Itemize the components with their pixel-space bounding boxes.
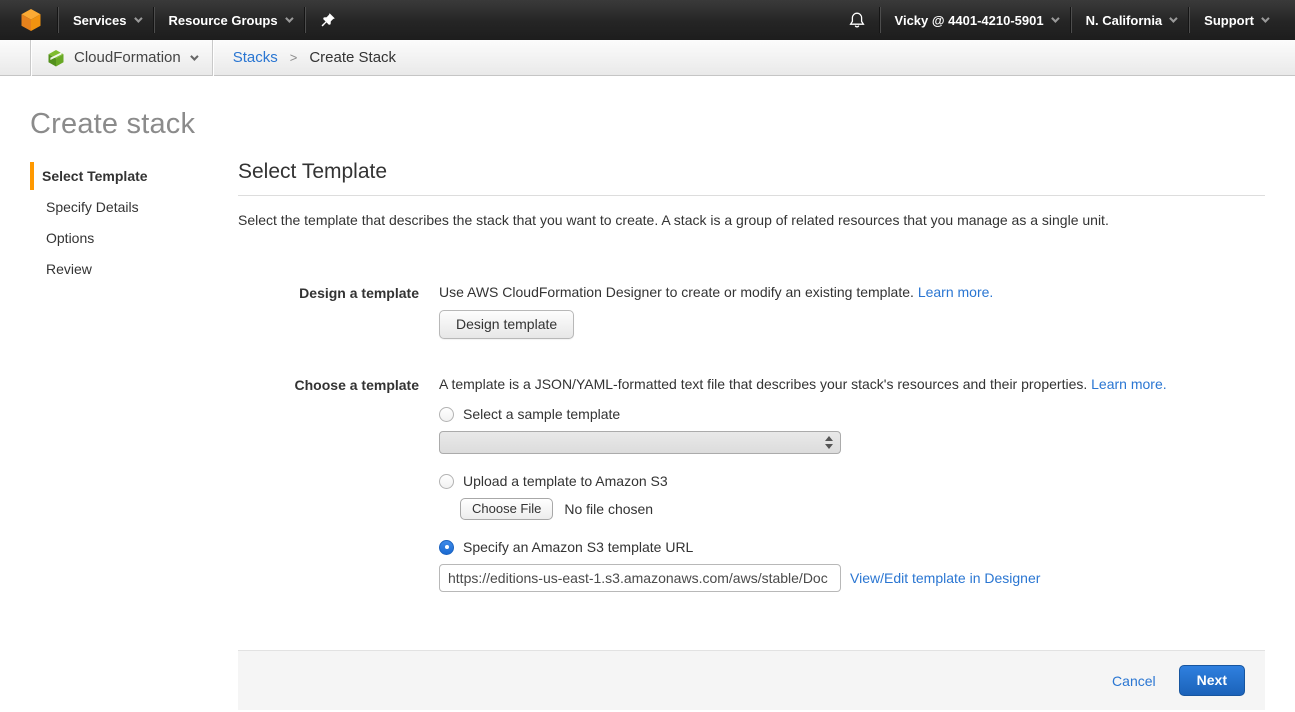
cloudformation-service-menu[interactable]: CloudFormation (31, 40, 212, 76)
support-menu[interactable]: Support (1190, 0, 1281, 40)
choose-template-row: Choose a template A template is a JSON/Y… (238, 376, 1265, 592)
radio-button-icon[interactable] (439, 474, 454, 489)
main-content: Select Template Select the template that… (238, 160, 1265, 710)
services-label: Services (73, 13, 127, 28)
select-stepper-icon (825, 436, 833, 449)
choose-template-label: Choose a template (238, 376, 419, 592)
design-template-button[interactable]: Design template (439, 310, 574, 339)
s3-template-url-input[interactable] (439, 564, 841, 592)
radio-upload-template[interactable]: Upload a template to Amazon S3 (439, 473, 1167, 489)
radio-specify-s3-url[interactable]: Specify an Amazon S3 template URL (439, 539, 1167, 555)
radio-sample-label: Select a sample template (463, 406, 620, 422)
chevron-down-icon (1051, 14, 1059, 22)
choose-learn-more-link[interactable]: Learn more. (1091, 376, 1166, 392)
choose-file-button[interactable]: Choose File (460, 498, 553, 520)
aws-cube-icon (20, 8, 42, 32)
resource-groups-menu[interactable]: Resource Groups (155, 0, 305, 40)
account-menu[interactable]: Vicky @ 4401-4210-5901 (881, 0, 1071, 40)
chevron-down-icon (1169, 14, 1177, 22)
wizard-step-specify-details[interactable]: Specify Details (30, 193, 200, 221)
radio-button-icon[interactable] (439, 540, 454, 555)
notifications-button[interactable] (834, 0, 880, 40)
chevron-down-icon (285, 14, 293, 22)
pinned-shortcuts-button[interactable] (306, 0, 350, 40)
breadcrumb-bar: CloudFormation Stacks > Create Stack (0, 40, 1295, 76)
design-template-row: Design a template Use AWS CloudFormation… (238, 284, 1265, 339)
bell-icon (848, 11, 866, 30)
radio-button-icon[interactable] (439, 407, 454, 422)
next-button[interactable]: Next (1179, 665, 1245, 696)
service-name: CloudFormation (74, 49, 181, 66)
section-heading: Select Template (238, 160, 1265, 184)
wizard-step-select-template[interactable]: Select Template (30, 162, 200, 190)
resource-groups-label: Resource Groups (169, 13, 278, 28)
cloudformation-icon (47, 49, 65, 67)
page-title: Create stack (30, 108, 195, 141)
file-upload-row: Choose File No file chosen (460, 498, 1167, 520)
design-template-description: Use AWS CloudFormation Designer to creat… (439, 284, 993, 300)
breadcrumb-stacks-link[interactable]: Stacks (233, 49, 278, 66)
s3-url-row: View/Edit template in Designer (439, 564, 1167, 592)
design-learn-more-link[interactable]: Learn more. (918, 284, 993, 300)
divider (238, 195, 1265, 196)
cancel-link[interactable]: Cancel (1112, 673, 1156, 689)
choose-template-description: A template is a JSON/YAML-formatted text… (439, 376, 1167, 392)
wizard-step-options[interactable]: Options (30, 224, 200, 252)
section-description: Select the template that describes the s… (238, 212, 1265, 228)
breadcrumb-current: Create Stack (309, 49, 396, 66)
wizard-step-review[interactable]: Review (30, 255, 200, 283)
region-label: N. California (1086, 13, 1163, 28)
chevron-down-icon (134, 14, 142, 22)
chevron-down-icon (190, 52, 198, 60)
breadcrumb-separator: > (290, 50, 298, 65)
wizard-step-nav: Select Template Specify Details Options … (30, 162, 200, 286)
support-label: Support (1204, 13, 1254, 28)
sample-template-select[interactable] (439, 431, 841, 454)
radio-select-sample-template[interactable]: Select a sample template (439, 406, 1167, 422)
pushpin-icon (320, 12, 336, 28)
top-navigation-bar: Services Resource Groups Vicky @ 4401-42… (0, 0, 1295, 40)
account-label: Vicky @ 4401-4210-5901 (895, 13, 1044, 28)
file-status-text: No file chosen (564, 501, 653, 517)
breadcrumb: Stacks > Create Stack (213, 49, 396, 66)
aws-logo[interactable] (20, 8, 58, 32)
chevron-down-icon (1261, 14, 1269, 22)
region-menu[interactable]: N. California (1072, 0, 1190, 40)
services-menu[interactable]: Services (59, 0, 154, 40)
radio-url-label: Specify an Amazon S3 template URL (463, 539, 693, 555)
design-template-label: Design a template (238, 284, 419, 339)
action-bar: Cancel Next (238, 650, 1265, 710)
view-edit-designer-link[interactable]: View/Edit template in Designer (850, 570, 1040, 586)
radio-upload-label: Upload a template to Amazon S3 (463, 473, 668, 489)
